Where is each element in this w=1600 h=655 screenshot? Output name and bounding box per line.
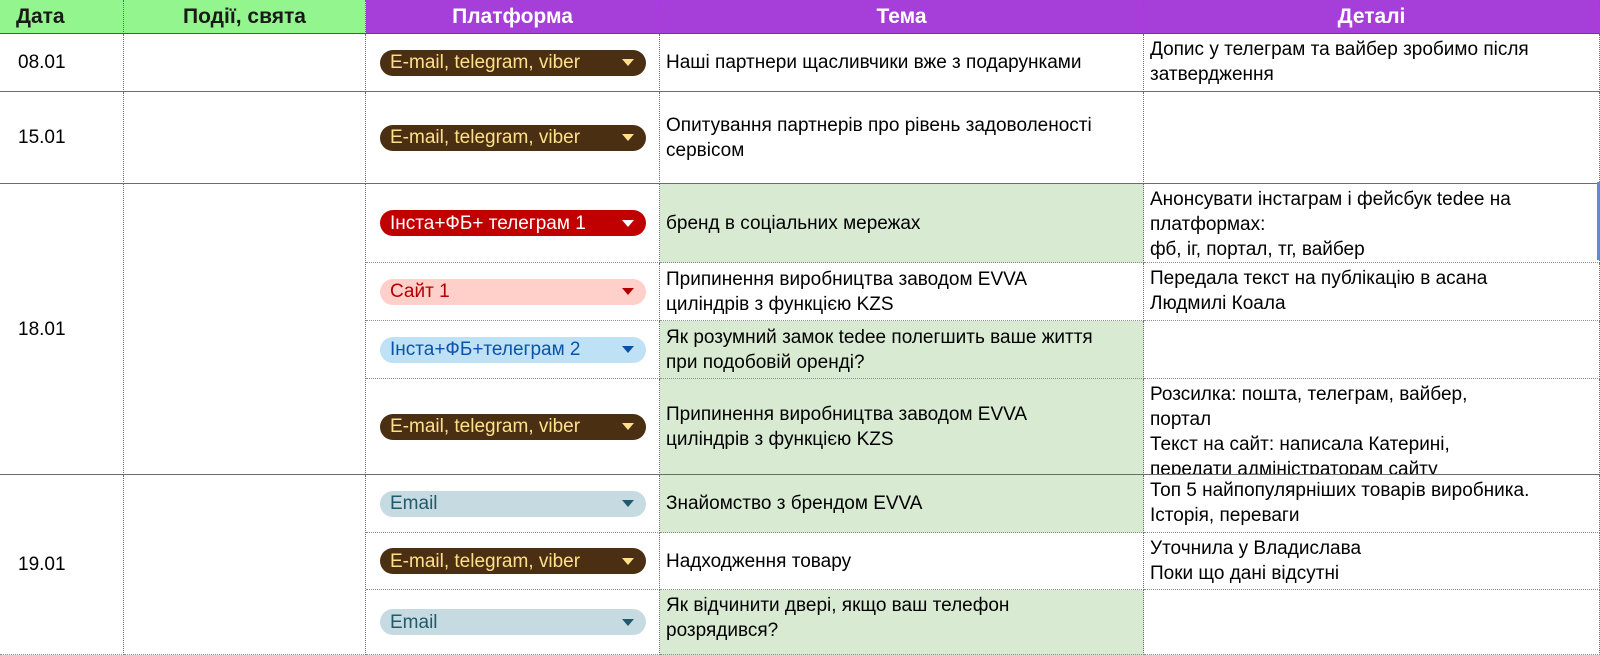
details-line: Поки що дані відсутні [1150, 563, 1340, 584]
details-line: фб, іг, портал, тг, вайбер [1150, 239, 1365, 260]
platform-cell[interactable]: Інста+ФБ+ телеграм 1 [366, 184, 660, 263]
dropdown-arrow-icon [622, 423, 634, 430]
theme-line: при подобовій оренді? [666, 351, 865, 373]
platform-dropdown[interactable]: Email [380, 490, 646, 517]
platform-dropdown[interactable]: Інста+ФБ+ телеграм 1 [380, 210, 646, 236]
details-line: Анонсувати інстаграм і фейсбук tedee на [1150, 189, 1511, 210]
theme-cell[interactable]: бренд в соціальних мережах [660, 184, 1144, 263]
platform-label: E-mail, telegram, viber [390, 127, 581, 148]
header-theme[interactable]: Тема [660, 0, 1144, 34]
theme-line: Як відчинити двері, якщо ваш телефон [666, 595, 1010, 616]
details-cell[interactable] [1144, 321, 1600, 379]
theme-cell[interactable]: Як розумний замок tedee полегшить ваше ж… [660, 321, 1144, 379]
details-cell[interactable] [1144, 92, 1600, 184]
dropdown-arrow-icon [622, 134, 634, 141]
details-line: портал [1150, 409, 1212, 430]
theme-text: Наші партнери щасливчики вже з подарунка… [666, 52, 1082, 73]
platform-cell[interactable]: E-mail, telegram, viber [366, 92, 660, 184]
platform-dropdown[interactable]: E-mail, telegram, viber [380, 548, 646, 574]
theme-text: Надходження товару [666, 550, 852, 572]
theme-cell[interactable]: Наші партнери щасливчики вже з подарунка… [660, 34, 1144, 92]
details-cell[interactable]: Уточнила у Владислава Поки що дані відсу… [1144, 533, 1600, 590]
platform-dropdown[interactable]: E-mail, telegram, viber [380, 49, 646, 76]
dropdown-arrow-icon [622, 59, 634, 66]
platform-label: Інста+ФБ+ телеграм 1 [390, 212, 586, 234]
spreadsheet: Дата Події, свята Платформа Тема Деталі … [0, 0, 1600, 655]
theme-cell[interactable]: Надходження товару [660, 533, 1144, 590]
details-line: Передала текст на публікацію в асана [1150, 268, 1488, 289]
details-cell[interactable]: Передала текст на публікацію в асана Люд… [1144, 263, 1600, 321]
details-cell[interactable]: Анонсувати інстаграм і фейсбук tedee на … [1144, 184, 1600, 263]
dropdown-arrow-icon [622, 557, 634, 565]
platform-dropdown[interactable]: E-mail, telegram, viber [380, 124, 646, 151]
theme-cell[interactable]: Знайомство з брендом EVVA [660, 475, 1144, 533]
events-cell[interactable] [124, 184, 366, 475]
platform-cell[interactable]: E-mail, telegram, viber [366, 533, 660, 590]
platform-cell[interactable]: E-mail, telegram, viber [366, 379, 660, 475]
header-events[interactable]: Події, свята [124, 0, 366, 34]
header-date[interactable]: Дата [0, 0, 124, 34]
theme-line: Припинення виробництва заводом EVVA [666, 403, 1028, 425]
platform-cell[interactable]: Інста+ФБ+телеграм 2 [366, 321, 660, 379]
events-cell[interactable] [124, 34, 366, 92]
details-line: Розсилка: пошта, телеграм, вайбер, [1150, 384, 1468, 405]
platform-dropdown[interactable]: E-mail, telegram, viber [380, 413, 646, 440]
theme-line: Опитування партнерів про рівень задоволе… [666, 114, 1092, 136]
dropdown-arrow-icon [622, 288, 634, 295]
platform-cell[interactable]: Сайт 1 [366, 263, 660, 321]
events-cell[interactable] [124, 475, 366, 655]
date-cell[interactable]: 15.01 [0, 92, 124, 184]
header-details[interactable]: Деталі [1144, 0, 1600, 34]
details-line: передати адміністраторам сайту [1150, 459, 1438, 475]
theme-line: циліндрів з функцією KZS [666, 293, 894, 315]
theme-line: Як розумний замок tedee полегшить ваше ж… [666, 326, 1093, 348]
platform-label: Сайт 1 [390, 281, 450, 302]
theme-line: Припинення виробництва заводом EVVA [666, 268, 1028, 290]
theme-cell[interactable]: Припинення виробництва заводом EVVA цилін… [660, 379, 1144, 475]
events-cell[interactable] [124, 92, 366, 184]
details-line: затвердження [1150, 64, 1274, 85]
theme-text: Знайомство з брендом EVVA [666, 493, 923, 514]
dropdown-arrow-icon [622, 346, 634, 353]
theme-line: сервісом [666, 139, 745, 161]
details-line: Текст на сайт: написала Катерині, [1150, 434, 1450, 455]
platform-label: Інста+ФБ+телеграм 2 [390, 339, 581, 360]
date-cell[interactable]: 18.01 [0, 184, 124, 475]
header-platform[interactable]: Платформа [366, 0, 660, 34]
platform-label: Email [390, 493, 438, 514]
details-line: Історія, переваги [1150, 505, 1300, 526]
details-line: платформах: [1150, 214, 1266, 235]
platform-cell[interactable]: Email [366, 590, 660, 655]
details-line: Уточнила у Владислава [1150, 538, 1362, 559]
platform-dropdown[interactable]: Інста+ФБ+телеграм 2 [380, 336, 646, 363]
details-cell[interactable]: Топ 5 найпопулярніших товарів виробника.… [1144, 475, 1600, 533]
details-line: Топ 5 найпопулярніших товарів виробника. [1150, 480, 1530, 501]
date-cell[interactable]: 08.01 [0, 34, 124, 92]
platform-dropdown[interactable]: Сайт 1 [380, 278, 646, 305]
theme-cell[interactable]: Припинення виробництва заводом EVVA цилін… [660, 263, 1144, 321]
platform-label: E-mail, telegram, viber [390, 416, 581, 437]
theme-line: розрядився? [666, 620, 779, 641]
dropdown-arrow-icon [622, 618, 634, 626]
details-cell[interactable]: Розсилка: пошта, телеграм, вайбер, порта… [1144, 379, 1600, 475]
platform-dropdown[interactable]: Email [380, 609, 646, 635]
platform-cell[interactable]: Email [366, 475, 660, 533]
details-line: Допис у телеграм та вайбер зробимо після [1150, 39, 1529, 60]
theme-line: циліндрів з функцією KZS [666, 428, 894, 450]
platform-label: E-mail, telegram, viber [390, 52, 581, 73]
theme-cell[interactable]: Як відчинити двері, якщо ваш телефон розр… [660, 590, 1144, 655]
platform-label: Email [390, 611, 438, 633]
details-cell[interactable]: Допис у телеграм та вайбер зробимо після… [1144, 34, 1600, 92]
details-cell[interactable] [1144, 590, 1600, 655]
platform-label: E-mail, telegram, viber [390, 550, 581, 572]
dropdown-arrow-icon [622, 500, 634, 507]
theme-cell[interactable]: Опитування партнерів про рівень задоволе… [660, 92, 1144, 184]
platform-cell[interactable]: E-mail, telegram, viber [366, 34, 660, 92]
theme-text: бренд в соціальних мережах [666, 212, 921, 234]
date-cell[interactable]: 19.01 [0, 475, 124, 655]
content-plan-table: Дата Події, свята Платформа Тема Деталі … [0, 0, 1600, 655]
details-line: Людмилі Коала [1150, 293, 1286, 314]
dropdown-arrow-icon [622, 219, 634, 227]
